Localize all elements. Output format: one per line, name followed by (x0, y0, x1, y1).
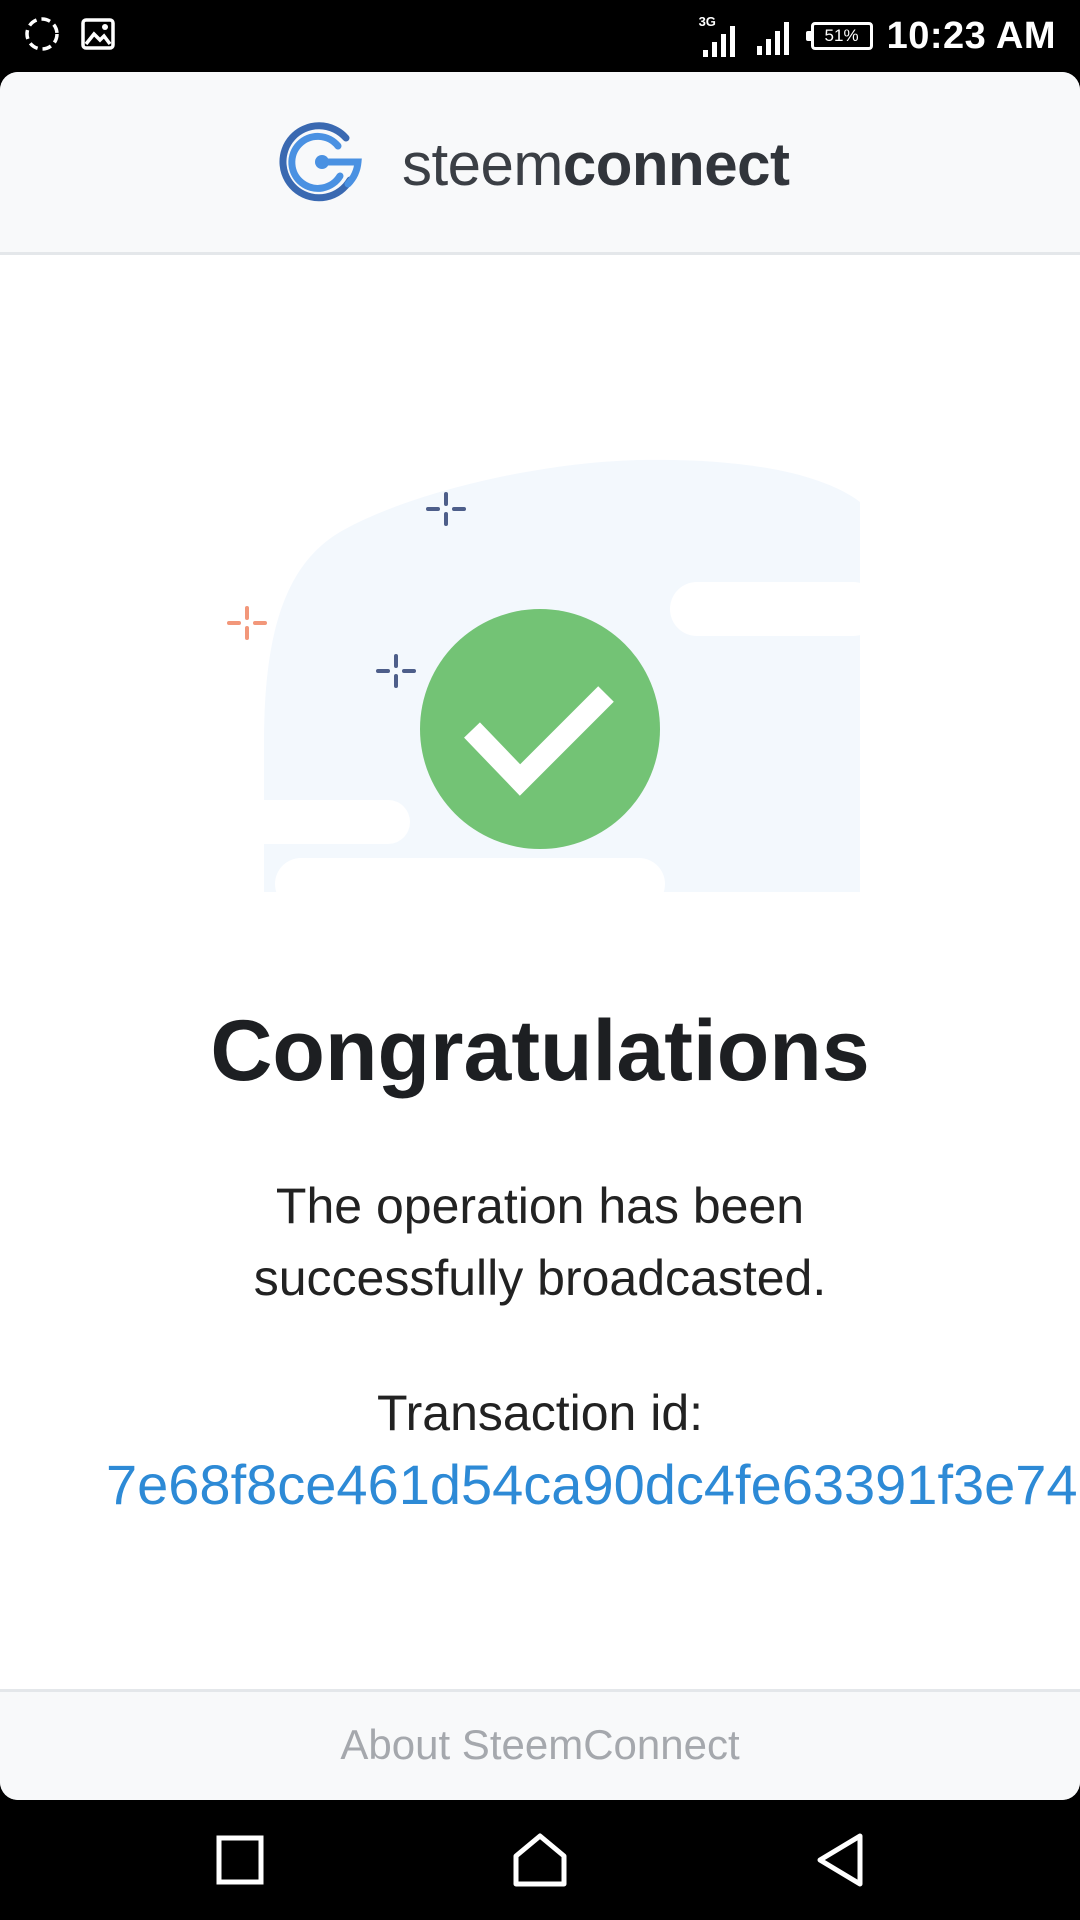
signal-3g-icon: 3G (699, 14, 739, 58)
app-window: steemconnect Congratulations The operati… (0, 72, 1080, 1800)
transaction-id-link[interactable]: 7e68f8ce461d54ca90dc4fe63391f3e74 (106, 1452, 1078, 1517)
app-header: steemconnect (0, 72, 1080, 255)
brand-logo[interactable]: steemconnect (278, 116, 790, 213)
brand-name: steemconnect (402, 131, 790, 198)
transaction-label: Transaction id: (376, 1385, 704, 1441)
about-link[interactable]: About SteemConnect (340, 1721, 739, 1768)
sync-icon (22, 14, 62, 59)
nav-bar (0, 1800, 1080, 1920)
status-bar: 3G 51% 10:23 AM (0, 0, 1080, 72)
recent-apps-icon[interactable] (208, 1830, 272, 1890)
battery-icon: 51% (805, 22, 873, 50)
image-icon (80, 16, 116, 57)
page-title: Congratulations (210, 1003, 870, 1099)
footer: About SteemConnect (0, 1689, 1080, 1800)
steemconnect-logo-icon (278, 116, 364, 213)
back-icon[interactable] (808, 1830, 872, 1890)
success-message: The operation has been successfully broa… (253, 1178, 827, 1306)
check-circle-icon (420, 609, 660, 849)
sparkle-icon (227, 606, 267, 640)
success-illustration (220, 459, 870, 892)
home-icon[interactable] (508, 1830, 572, 1890)
signal-icon (753, 12, 797, 61)
status-time: 10:23 AM (886, 14, 1056, 57)
